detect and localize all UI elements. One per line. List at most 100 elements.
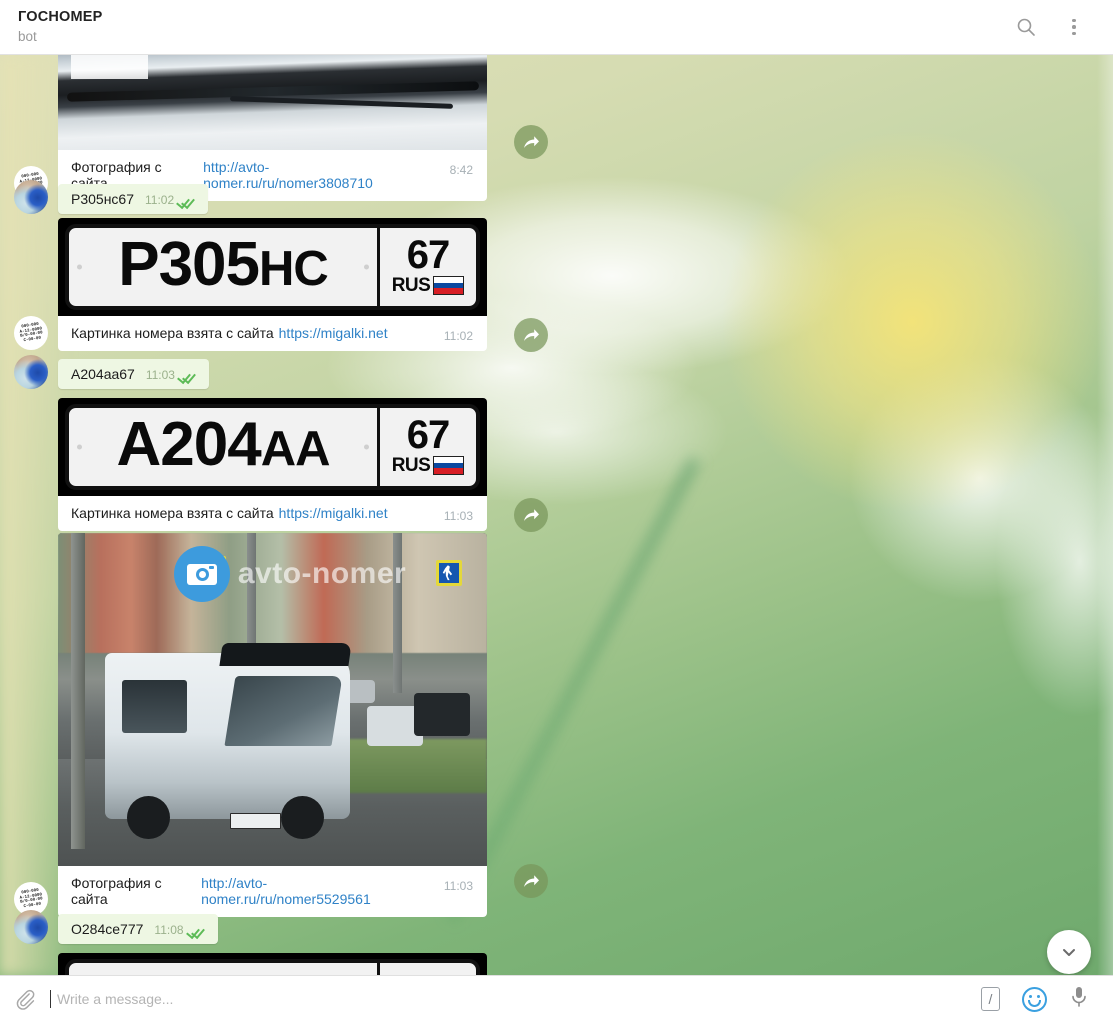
commands-button[interactable]: / bbox=[981, 987, 1000, 1011]
voice-message-button[interactable] bbox=[1069, 985, 1089, 1014]
plate-region-section: 777 RUS bbox=[380, 963, 476, 976]
plate-main-section: P 305 HC bbox=[69, 228, 380, 306]
russia-flag-icon bbox=[433, 276, 465, 295]
caption-link[interactable]: http://avto-nomer.ru/ru/nomer5529561 bbox=[201, 875, 426, 907]
message-meta: 11:02 bbox=[145, 193, 196, 207]
avatar-text: 000-000 A-12-0000 B/0-00-00 C-00-00 bbox=[19, 322, 43, 343]
plate-region-section: 67 RUS bbox=[380, 408, 476, 486]
windshield-paper bbox=[70, 55, 149, 79]
camera-icon bbox=[173, 546, 230, 603]
windshield-photo[interactable] bbox=[58, 55, 487, 150]
outgoing-message-bubble[interactable]: O284ce777 11:08 bbox=[58, 914, 218, 944]
message-time: 11:03 bbox=[443, 509, 473, 523]
outgoing-message-bubble[interactable]: P305нс67 11:02 bbox=[58, 184, 209, 214]
chat-header-info[interactable]: ГОСНОМЕР bot bbox=[18, 9, 103, 44]
search-icon bbox=[1017, 18, 1035, 36]
pedestrian-icon bbox=[442, 565, 453, 581]
text-caret bbox=[50, 990, 51, 1008]
forward-arrow-icon bbox=[523, 508, 539, 521]
outgoing-message-bubble[interactable]: A204aa67 11:03 bbox=[58, 359, 209, 389]
watermark-text: avto-nomer bbox=[237, 557, 407, 591]
van-side-window bbox=[122, 679, 187, 733]
plate-digits: 305 bbox=[158, 230, 260, 299]
caption-text: Картинка номера взята с сайта bbox=[71, 505, 274, 521]
van-license-plate bbox=[229, 812, 282, 830]
attach-button[interactable] bbox=[14, 988, 36, 1010]
plate-rivet-left bbox=[77, 444, 82, 450]
pedestrian-crossing-sign bbox=[435, 559, 462, 586]
more-vertical-icon bbox=[1072, 18, 1076, 36]
van-photo[interactable]: avto-nomer bbox=[58, 533, 487, 866]
plate-region-code: 67 bbox=[406, 232, 450, 277]
emoji-button[interactable] bbox=[1022, 986, 1047, 1012]
plate-region-section: 67 RUS bbox=[380, 228, 476, 306]
message-composer: Write a message... / bbox=[0, 975, 1113, 1022]
smiley-eye-right bbox=[1037, 994, 1040, 998]
message-row: A204aa67 11:03 bbox=[14, 355, 209, 389]
photo-message-bubble[interactable]: P 305 HC 67 RUS Картинка номера взята с … bbox=[58, 218, 487, 351]
license-plate-image-partial[interactable]: O 284 CE 777 RUS bbox=[58, 953, 487, 975]
message-time: 11:03 bbox=[145, 368, 175, 382]
message-text: A204aa67 bbox=[71, 366, 135, 382]
photo-message-bubble[interactable]: avto-nomer Фотография с сайта http://avt… bbox=[58, 533, 487, 917]
plate-country-code: RUS bbox=[391, 454, 431, 476]
double-check-icon bbox=[179, 195, 196, 206]
message-row: 000-000 A-12-0000 B/0-00-00 C-00-00 P 30… bbox=[14, 218, 548, 352]
wiper-blade-secondary bbox=[229, 95, 453, 109]
plate-characters: A 204 AA bbox=[116, 414, 330, 480]
photo-caption: Картинка номера взята с сайта https://mi… bbox=[58, 496, 487, 531]
scroll-to-bottom-button[interactable] bbox=[1047, 930, 1091, 974]
plate-main-section: O 284 CE bbox=[69, 963, 380, 975]
camera-glyph bbox=[186, 563, 217, 585]
search-button[interactable] bbox=[1009, 10, 1043, 44]
dark-car bbox=[414, 692, 470, 737]
bot-avatar[interactable]: 000-000 A-12-0000 B/0-00-00 C-00-00 bbox=[14, 316, 48, 350]
plate-country-row: RUS bbox=[392, 455, 465, 477]
license-plate-image[interactable]: A 204 AA 67 RUS bbox=[58, 398, 487, 496]
user-avatar[interactable] bbox=[14, 910, 48, 944]
forward-arrow-icon bbox=[523, 135, 539, 148]
message-time: 11:03 bbox=[443, 879, 473, 893]
double-check-icon bbox=[180, 370, 197, 381]
message-input[interactable]: Write a message... bbox=[50, 976, 981, 1022]
slash-icon: / bbox=[988, 991, 993, 1007]
forward-arrow-icon bbox=[523, 328, 539, 341]
message-time: 8:42 bbox=[449, 163, 473, 177]
message-placeholder: Write a message... bbox=[57, 991, 174, 1007]
caption-link[interactable]: https://migalki.net bbox=[279, 505, 388, 521]
double-check-icon bbox=[189, 925, 206, 936]
plate-letters-back: HC bbox=[259, 242, 329, 296]
forward-button[interactable] bbox=[514, 864, 548, 898]
watermark: avto-nomer bbox=[173, 546, 407, 603]
utility-pole bbox=[70, 533, 85, 850]
more-menu-button[interactable] bbox=[1057, 10, 1091, 44]
header-actions bbox=[1009, 10, 1113, 44]
photo-caption: Картинка номера взята с сайта https://mi… bbox=[58, 316, 487, 351]
van-windshield bbox=[224, 676, 343, 747]
photo-message-bubble[interactable]: O 284 CE 777 RUS bbox=[58, 953, 487, 975]
caption-link[interactable]: http://avto-nomer.ru/ru/nomer3808710 bbox=[203, 159, 432, 191]
plate-rivet-left bbox=[77, 264, 82, 270]
user-avatar[interactable] bbox=[14, 180, 48, 214]
user-avatar[interactable] bbox=[14, 355, 48, 389]
message-meta: 11:03 bbox=[146, 368, 197, 382]
license-plate-image[interactable]: P 305 HC 67 RUS bbox=[58, 218, 487, 316]
message-row: 000-000 A-12-0000 B/0-00-00 C-00-00 avto… bbox=[14, 533, 548, 917]
photo-message-bubble[interactable]: A 204 AA 67 RUS Картинка номера взята с … bbox=[58, 398, 487, 531]
caption-link[interactable]: https://migalki.net bbox=[279, 325, 388, 341]
message-text: P305нс67 bbox=[71, 191, 134, 207]
forward-button[interactable] bbox=[514, 498, 548, 532]
chat-header: ГОСНОМЕР bot bbox=[0, 0, 1113, 55]
photo-content bbox=[58, 55, 487, 150]
message-time: 11:02 bbox=[443, 329, 473, 343]
message-list[interactable]: 000-000 A-12-0000 B/0-00-00 C-00-00 Фото… bbox=[0, 55, 1113, 975]
message-text: O284ce777 bbox=[71, 921, 144, 937]
smiley-mouth bbox=[1028, 999, 1041, 1007]
forward-button[interactable] bbox=[514, 125, 548, 159]
forward-button[interactable] bbox=[514, 318, 548, 352]
license-plate: A 204 AA 67 RUS bbox=[65, 404, 480, 490]
message-meta: 11:08 bbox=[154, 923, 205, 937]
paperclip-icon bbox=[16, 989, 35, 1010]
smiley-eye-left bbox=[1029, 994, 1032, 998]
plate-characters: P 305 HC bbox=[118, 230, 329, 300]
